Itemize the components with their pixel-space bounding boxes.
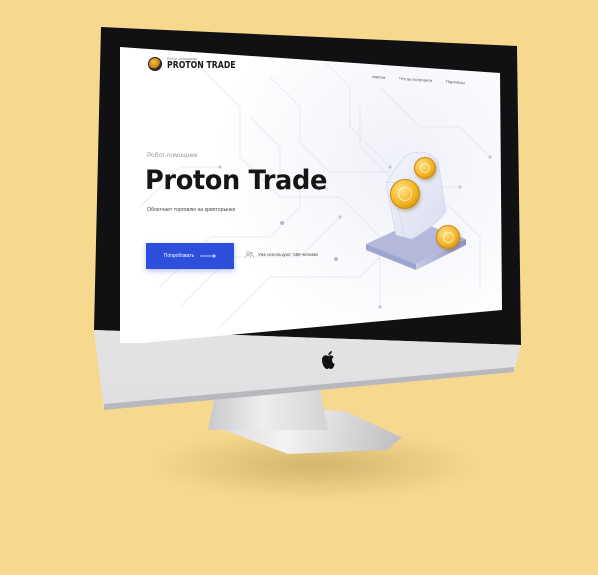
users-icon bbox=[245, 251, 254, 258]
users-count-text: Уже используют: 589 человек bbox=[258, 252, 319, 257]
imac-monitor:  bbox=[0, 0, 598, 575]
receipt-illustration bbox=[356, 139, 486, 279]
nav-item-about[interactable]: совсем bbox=[372, 74, 386, 80]
try-button[interactable]: Попробовать bbox=[146, 243, 234, 269]
monitor-screen: Робот-помощник PROTON TRADE совсем Что в… bbox=[120, 47, 502, 343]
coin-logo-icon bbox=[148, 57, 162, 71]
arrow-right-icon bbox=[200, 254, 217, 258]
mockup-scene:  bbox=[0, 0, 598, 575]
gold-coin bbox=[436, 225, 460, 249]
brand-name: PROTON TRADE bbox=[167, 60, 236, 71]
hero-title: Proton Trade bbox=[145, 165, 327, 196]
hero-kicker: Робот-помощник bbox=[147, 152, 198, 159]
hero-description: Облегчает торговлю на крипторынке bbox=[147, 207, 236, 213]
try-button-label: Попробовать bbox=[163, 253, 195, 259]
apple-logo-icon bbox=[322, 351, 335, 369]
brand[interactable]: Робот-помощник PROTON TRADE bbox=[148, 57, 251, 71]
users-count: Уже используют: 589 человек bbox=[245, 251, 318, 258]
gold-coin bbox=[390, 179, 420, 209]
gold-coin bbox=[414, 157, 436, 179]
